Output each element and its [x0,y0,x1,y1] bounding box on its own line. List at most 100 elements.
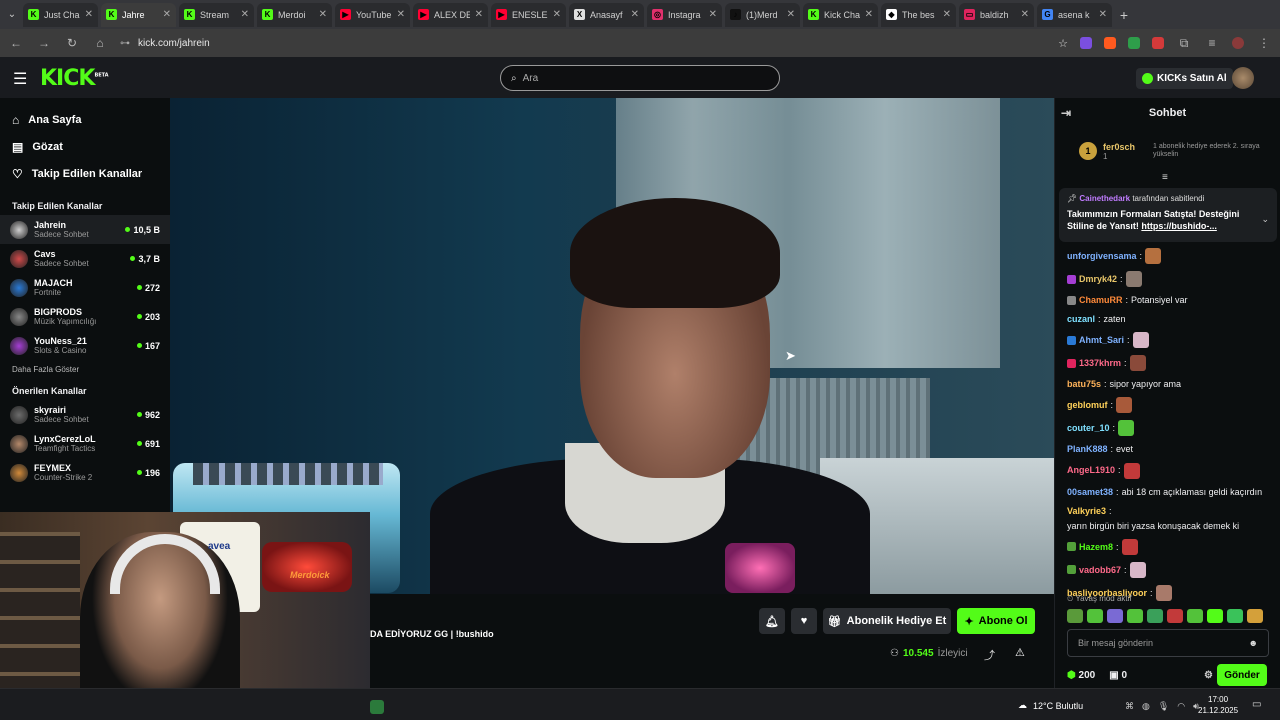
tray-icon[interactable]: ⌘ [1125,701,1134,712]
user-avatar[interactable] [1232,67,1254,89]
chat-username[interactable]: 00samet38 [1067,486,1113,498]
extension-icon[interactable] [1152,37,1164,49]
site-info-icon[interactable]: ⊶ [120,38,130,49]
emote-button[interactable] [1187,609,1203,623]
browser-tab[interactable]: ◎ Instagra ✕ [647,2,722,27]
gift-subscription-button[interactable]: 🎁︎ Abonelik Hediye Et [823,608,951,634]
search-input[interactable]: ⌕ Ara [500,65,780,91]
close-tab-icon[interactable]: ✕ [163,9,171,20]
browser-tab[interactable]: ♪ (1)Merd ✕ [725,2,800,27]
wifi-icon[interactable]: ◠ [1177,701,1185,712]
profile-avatar[interactable] [1232,37,1244,49]
chat-filter-icon[interactable]: ≡ [1162,172,1168,183]
tray-icon[interactable]: ◍ [1142,701,1150,712]
microphone-icon[interactable]: 🎙︎ [1158,701,1169,712]
chevron-down-icon[interactable]: ⌄ [1261,214,1269,225]
collapse-chat-icon[interactable]: ⇥ [1061,106,1071,120]
channel-item[interactable]: skyrairi Sadece Sohbet 962 [0,400,170,429]
close-tab-icon[interactable]: ✕ [1099,9,1107,20]
extension-icon[interactable] [1080,37,1092,49]
emote-button[interactable] [1127,609,1143,623]
notification-bell-button[interactable]: 🔔︎ [759,608,785,634]
browser-tab[interactable]: ◆ The bes ✕ [881,2,956,27]
browser-tab[interactable]: K Stream ✕ [179,2,254,27]
pinned-message[interactable]: 📌︎ Cainethedark tarafından sabitlendi Ta… [1059,188,1277,242]
hamburger-menu-icon[interactable]: ☰ [13,69,27,89]
report-warning-icon[interactable]: ⚠ [1015,646,1025,659]
chat-username[interactable]: AngeL1910 [1067,464,1115,476]
url-field[interactable]: ⊶ kick.com/jahrein [120,32,1046,54]
channel-item[interactable]: MAJACH Fortnite 272 [0,273,170,302]
chat-username[interactable]: Dmryk42 [1079,273,1117,285]
pinned-link[interactable]: https://bushido-... [1141,221,1217,231]
close-tab-icon[interactable]: ✕ [553,9,561,20]
channel-item[interactable]: YouNess_21 Slots & Casino 167 [0,331,170,360]
close-tab-icon[interactable]: ✕ [397,9,405,20]
chat-username[interactable]: Hazem8 [1079,541,1113,553]
browser-tab[interactable]: X Anasayf ✕ [569,2,644,27]
close-tab-icon[interactable]: ✕ [241,9,249,20]
back-icon[interactable]: ← [8,36,24,50]
close-tab-icon[interactable]: ✕ [319,9,327,20]
chat-username[interactable]: PlanK888 [1067,443,1108,455]
kicks-buy-button[interactable]: KICKs Satın Al [1136,68,1233,89]
chat-username[interactable]: Valkyrie3 [1067,505,1106,517]
close-tab-icon[interactable]: ✕ [865,9,873,20]
channel-item[interactable]: Cavs Sadece Sohbet 3,7 B [0,244,170,273]
close-tab-icon[interactable]: ✕ [631,9,639,20]
browser-tab[interactable]: K Jahre ✕ [101,2,176,27]
chat-username[interactable]: Ahmt_Sari [1079,334,1124,346]
chat-username[interactable]: 1337khrm [1079,357,1121,369]
chat-username[interactable]: vadobb67 [1079,564,1121,576]
subscribe-button[interactable]: ✦ Abone Ol [957,608,1035,634]
sidebar-nav-item[interactable]: ⌂ Ana Sayfa [0,106,170,133]
close-tab-icon[interactable]: ✕ [787,9,795,20]
notification-center-icon[interactable]: ▭ [1252,699,1261,710]
browser-menu-icon[interactable]: ⋮ [1256,36,1272,50]
channel-item[interactable]: BIGPRODS Müzik Yapımcılığı 203 [0,302,170,331]
new-tab-button[interactable]: + [1115,6,1133,24]
emote-button[interactable] [1147,609,1163,623]
close-tab-icon[interactable]: ✕ [475,9,483,20]
share-icon[interactable]: ⤴ [984,647,995,663]
channel-item[interactable]: LynxCerezLoL Teamfight Tactics 691 [0,429,170,458]
bookmark-star-icon[interactable]: ☆ [1058,37,1068,50]
extension-icon[interactable] [1104,37,1116,49]
browser-tab[interactable]: ▭ baldizh ✕ [959,2,1034,27]
channel-item[interactable]: FEYMEX Counter-Strike 2 196 [0,458,170,487]
sidebar-nav-item[interactable]: ▤ Gözat [0,133,170,160]
reload-icon[interactable]: ↻ [64,36,80,50]
chat-message-input[interactable]: Bir mesaj gönderin ☻ [1067,629,1269,657]
points-display[interactable]: ⬢ 200 [1067,670,1095,681]
emote-button[interactable] [1247,609,1263,623]
browser-tab[interactable]: K Merdoi ✕ [257,2,332,27]
puzzle-extensions-icon[interactable]: ⧉ [1176,36,1192,51]
tab-search-icon[interactable]: ⌄ [4,9,20,20]
emote-button[interactable] [1167,609,1183,623]
chat-username[interactable]: couter_10 [1067,422,1110,434]
extension-icon[interactable] [1128,37,1140,49]
home-icon[interactable]: ⌂ [92,36,108,50]
system-clock[interactable]: 17:00 21.12.2025 [1198,695,1238,717]
browser-tab[interactable]: ▶ ALEX DE ✕ [413,2,488,27]
browser-tab[interactable]: Gasena k ✕ [1037,2,1112,27]
channel-item[interactable]: Jahrein Sadece Sohbet 10,5 B [0,215,170,244]
emote-button[interactable] [1107,609,1123,623]
gift-count-display[interactable]: ▣ 0 [1109,670,1127,681]
emoji-picker-icon[interactable]: ☻ [1249,638,1258,648]
taskbar-app-icon[interactable] [370,700,384,714]
chat-username[interactable]: batu75s [1067,378,1101,390]
chat-username[interactable]: ChamuRR [1079,294,1123,306]
sidebar-nav-item[interactable]: ♡ Takip Edilen Kanallar [0,160,170,187]
gift-leaderboard[interactable]: 1 fer0sch 1 1 abonelik hediye ederek 2. … [1055,128,1280,174]
browser-tab[interactable]: ▶ YouTube ✕ [335,2,410,27]
reading-list-icon[interactable]: ≡ [1204,36,1220,50]
emote-button[interactable] [1207,609,1223,623]
chat-settings-gear-icon[interactable]: ⚙ [1204,670,1213,681]
kick-logo[interactable]: KICKBETA [40,66,109,91]
close-tab-icon[interactable]: ✕ [709,9,717,20]
emote-button[interactable] [1227,609,1243,623]
emote-button[interactable] [1067,609,1083,623]
close-tab-icon[interactable]: ✕ [85,9,93,20]
browser-tab[interactable]: ▶ ENESLE ✕ [491,2,566,27]
